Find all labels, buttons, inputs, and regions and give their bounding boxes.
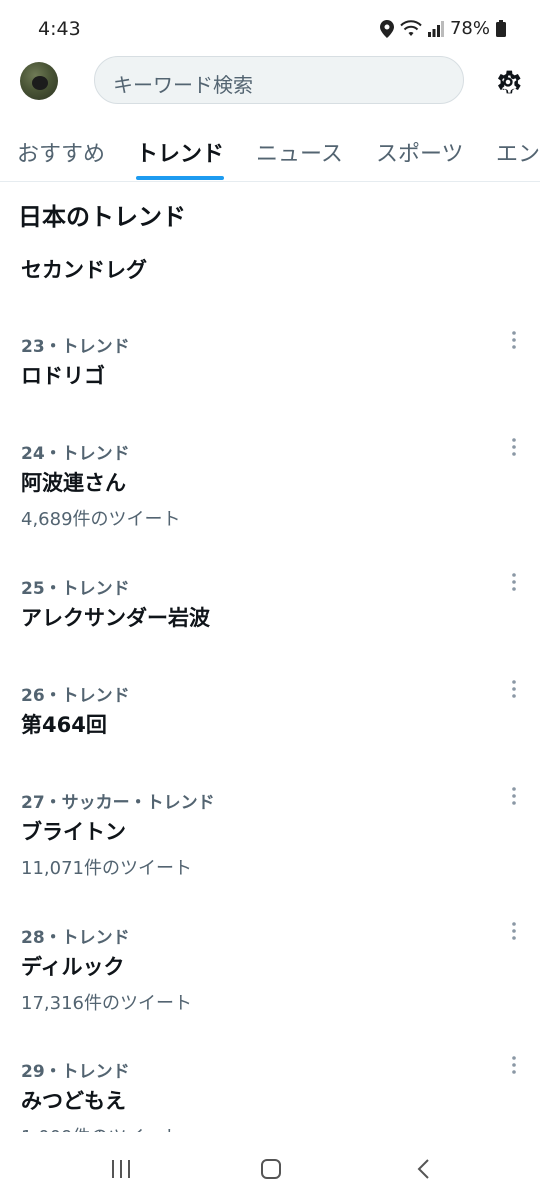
trend-name: アレクサンダー岩波 (21, 606, 210, 630)
more-options-icon[interactable] (506, 328, 522, 352)
wifi-icon (400, 19, 422, 38)
recent-apps-button[interactable] (110, 1158, 132, 1184)
tab-recommended[interactable]: おすすめ (17, 136, 105, 168)
tab-trending[interactable]: トレンド (136, 136, 224, 168)
system-nav-bar (0, 1142, 540, 1200)
more-options-icon[interactable] (506, 919, 522, 943)
more-options-icon[interactable] (506, 677, 522, 701)
top-header: キーワード検索 (0, 56, 540, 108)
section-title: 日本のトレンド (18, 203, 186, 231)
location-icon (379, 19, 394, 38)
settings-button[interactable] (492, 66, 524, 98)
trend-meta: 29・トレンド (21, 1062, 130, 1082)
home-button[interactable] (260, 1158, 282, 1184)
back-icon (417, 1159, 429, 1179)
trend-name: 阿波連さん (21, 471, 126, 495)
more-options-icon[interactable] (506, 1053, 522, 1077)
trend-meta: 24・トレンド (21, 444, 130, 464)
battery-icon (496, 20, 506, 37)
recent-apps-icon (112, 1160, 130, 1178)
more-options-icon[interactable] (506, 435, 522, 459)
tab-entertainment[interactable]: エン (496, 136, 540, 168)
trend-count: 4,689件のツイート (21, 509, 181, 530)
back-button[interactable] (414, 1158, 434, 1184)
trend-meta: 26・トレンド (21, 686, 130, 706)
trend-name: ブライトン (21, 820, 126, 844)
trend-meta: 27・サッカー・トレンド (21, 793, 215, 813)
active-tab-indicator (136, 176, 224, 180)
status-bar: 4:43 78% (0, 0, 540, 60)
more-options-icon[interactable] (506, 570, 522, 594)
status-time: 4:43 (38, 18, 81, 40)
status-icons: 78% (379, 18, 506, 39)
trend-name: 第464回 (21, 713, 107, 737)
trend-meta: 23・トレンド (21, 337, 130, 357)
more-options-icon[interactable] (506, 784, 522, 808)
battery-level: 78% (449, 18, 490, 39)
trend-count: 11,071件のツイート (21, 858, 192, 879)
avatar[interactable] (20, 62, 58, 100)
trend-name: ロドリゴ (21, 364, 105, 388)
search-placeholder: キーワード検索 (113, 73, 253, 97)
trend-meta: 25・トレンド (21, 579, 130, 599)
trend-name: ディルック (21, 955, 125, 979)
tab-news[interactable]: ニュース (256, 136, 343, 168)
gear-icon (498, 70, 521, 94)
scroll-clip (0, 1132, 540, 1142)
trend-meta: 28・トレンド (21, 928, 130, 948)
tab-bar: おすすめ トレンド ニュース スポーツ エン (0, 126, 540, 182)
trend-name: みつどもえ (21, 1089, 126, 1113)
search-input[interactable]: キーワード検索 (94, 56, 464, 104)
signal-icon (427, 20, 444, 37)
trend-count: 17,316件のツイート (21, 993, 192, 1014)
home-icon (261, 1159, 281, 1179)
tab-sports[interactable]: スポーツ (376, 136, 464, 168)
trend-item-first[interactable]: セカンドレグ (21, 254, 147, 284)
